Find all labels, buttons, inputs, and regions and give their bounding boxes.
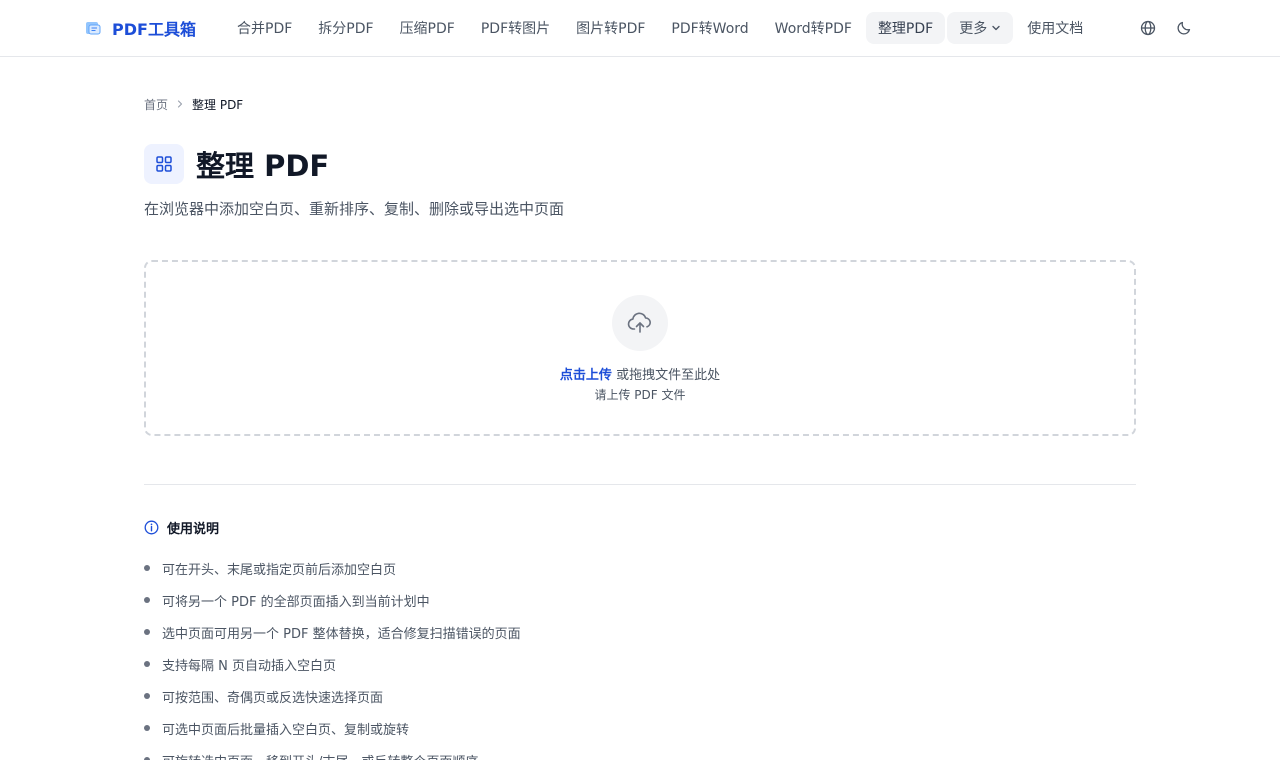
list-item: 可选中页面后批量插入空白页、复制或旋转 bbox=[144, 712, 521, 744]
bullet-dot bbox=[144, 597, 150, 603]
list-item-text: 可选中页面后批量插入空白页、复制或旋转 bbox=[162, 722, 410, 738]
globe-icon bbox=[1140, 20, 1156, 36]
list-item-text: 支持每隔 N 页自动插入空白页 bbox=[162, 658, 336, 674]
list-item: 可在开头、末尾或指定页前后添加空白页 bbox=[144, 552, 521, 584]
instructions-title: 使用说明 bbox=[167, 521, 220, 537]
instructions-list: 可在开头、末尾或指定页前后添加空白页 可将另一个 PDF 的全部页面插入到当前计… bbox=[144, 552, 521, 760]
cloud-upload-icon bbox=[627, 312, 651, 333]
main-nav: 合并PDF 拆分PDF 压缩PDF PDF转图片 图片转PDF PDF转Word… bbox=[225, 12, 1095, 44]
theme-toggle-button[interactable] bbox=[1174, 18, 1194, 38]
breadcrumb: 首页 整理 PDF bbox=[144, 95, 243, 113]
click-upload-link[interactable]: 点击上传 bbox=[560, 368, 612, 383]
grid-icon bbox=[156, 156, 172, 172]
list-item-text: 选中页面可用另一个 PDF 整体替换，适合修复扫描错误的页面 bbox=[162, 626, 521, 642]
top-navbar: PDF工具箱 合并PDF 拆分PDF 压缩PDF PDF转图片 图片转PDF P… bbox=[0, 0, 1280, 57]
section-divider bbox=[144, 484, 1136, 485]
list-item-text: 可旋转选中页面、移到开头/末尾，或反转整个页面顺序 bbox=[162, 751, 478, 760]
brand-name: PDF工具箱 bbox=[112, 20, 196, 39]
bullet-dot bbox=[144, 661, 150, 667]
list-item-text: 可在开头、末尾或指定页前后添加空白页 bbox=[162, 562, 397, 578]
nav-pdf-to-word[interactable]: PDF转Word bbox=[659, 12, 760, 44]
bullet-dot bbox=[144, 693, 150, 699]
nav-docs[interactable]: 使用文档 bbox=[1015, 12, 1095, 44]
list-item: 可将另一个 PDF 的全部页面插入到当前计划中 bbox=[144, 584, 521, 616]
nav-organize-pdf[interactable]: 整理PDF bbox=[865, 12, 946, 44]
instructions-heading: 使用说明 bbox=[144, 518, 220, 537]
list-item: 可旋转选中页面、移到开头/末尾，或反转整个页面顺序 bbox=[144, 744, 521, 760]
brand-logo-icon bbox=[86, 22, 101, 35]
list-item: 支持每隔 N 页自动插入空白页 bbox=[144, 648, 521, 680]
bullet-dot bbox=[144, 629, 150, 635]
page-title: 整理 PDF bbox=[196, 149, 330, 183]
upload-icon-circle bbox=[612, 295, 668, 351]
info-icon bbox=[144, 520, 159, 534]
nav-compress-pdf[interactable]: 压缩PDF bbox=[388, 12, 467, 44]
upload-dropzone[interactable]: 点击上传 或拖拽文件至此处 请上传 PDF 文件 bbox=[144, 260, 1136, 436]
bullet-dot bbox=[144, 725, 150, 731]
upload-hint: 请上传 PDF 文件 bbox=[594, 388, 686, 402]
list-item-text: 可按范围、奇偶页或反选快速选择页面 bbox=[162, 690, 384, 706]
breadcrumb-home-link[interactable]: 首页 bbox=[144, 96, 168, 113]
list-item: 选中页面可用另一个 PDF 整体替换，适合修复扫描错误的页面 bbox=[144, 616, 521, 648]
brand-link[interactable]: PDF工具箱 bbox=[84, 17, 196, 39]
chevron-right-icon bbox=[177, 100, 183, 108]
breadcrumb-current: 整理 PDF bbox=[192, 97, 244, 112]
moon-icon bbox=[1177, 21, 1191, 35]
nav-pdf-to-image[interactable]: PDF转图片 bbox=[469, 12, 562, 44]
breadcrumb-separator bbox=[176, 100, 184, 108]
nav-more-dropdown[interactable]: 更多 bbox=[947, 12, 1014, 44]
language-button[interactable] bbox=[1138, 18, 1158, 38]
nav-merge-pdf[interactable]: 合并PDF bbox=[225, 12, 304, 44]
chevron-down-icon bbox=[992, 25, 1000, 31]
drag-drop-text: 或拖拽文件至此处 bbox=[611, 368, 721, 383]
page-subtitle: 在浏览器中添加空白页、重新排序、复制、删除或导出选中页面 bbox=[144, 200, 565, 218]
nav-split-pdf[interactable]: 拆分PDF bbox=[306, 12, 385, 44]
nav-image-to-pdf[interactable]: 图片转PDF bbox=[564, 12, 657, 44]
list-item-text: 可将另一个 PDF 的全部页面插入到当前计划中 bbox=[162, 594, 430, 610]
upload-prompt: 点击上传 或拖拽文件至此处 bbox=[146, 364, 1134, 383]
nav-more-label: 更多 bbox=[959, 21, 988, 37]
bullet-dot bbox=[144, 565, 150, 571]
nav-word-to-pdf[interactable]: Word转PDF bbox=[763, 12, 864, 44]
list-item: 可按范围、奇偶页或反选快速选择页面 bbox=[144, 680, 521, 712]
page-title-row: 整理 PDF bbox=[144, 144, 329, 184]
title-icon-box bbox=[144, 144, 184, 184]
